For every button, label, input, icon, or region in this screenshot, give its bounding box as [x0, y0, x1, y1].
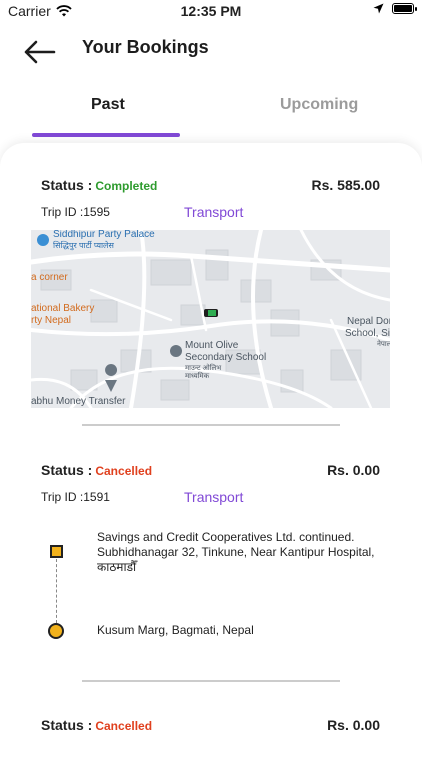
route-line [56, 559, 57, 623]
vehicle-marker-icon [204, 309, 218, 317]
bookings-list[interactable]: Status : Completed Rs. 585.00 Trip ID :15… [0, 143, 422, 783]
arrow-left-icon [24, 40, 56, 64]
map-label-party-palace-native: सिद्धिपुर पार्टी प्यालेस [53, 240, 114, 251]
status-label: Status : [41, 177, 93, 193]
booking-type-link[interactable]: Transport [184, 489, 243, 505]
tab-past[interactable]: Past [91, 96, 125, 114]
trip-id: Trip ID :1595 [41, 205, 110, 219]
back-button[interactable] [22, 32, 58, 68]
status-row: Status : Cancelled [41, 717, 152, 733]
map-label-nepal-native: नेपाल [377, 339, 390, 348]
status-label: Status : [41, 462, 93, 478]
app-header: Your Bookings [0, 26, 422, 70]
trip-map[interactable]: Siddhipur Party Palace सिद्धिपुर पार्टी … [31, 230, 390, 408]
status-row: Status : Cancelled [41, 462, 152, 478]
map-label-corner: a corner [31, 272, 68, 283]
tab-upcoming[interactable]: Upcoming [280, 96, 358, 114]
booking-tabs: Past Upcoming [0, 82, 422, 140]
map-label-school-native-2: माध्यमिक [185, 371, 210, 380]
map-label-school-2: Secondary School [185, 352, 266, 363]
booking-price: Rs. 0.00 [327, 462, 380, 478]
location-arrow-icon [373, 3, 384, 14]
status-row: Status : Completed [41, 177, 157, 193]
divider [82, 680, 340, 682]
map-label-nepal-don-2: School, Sid [345, 328, 390, 339]
map-label-school-native: माउन्ट ओलिभ [185, 363, 222, 372]
status-value: Completed [95, 179, 158, 193]
booking-price: Rs. 0.00 [327, 717, 380, 733]
map-label-bakery-2: rty Nepal [31, 315, 71, 326]
battery-icon [392, 3, 417, 14]
map-label-bakery: ational Bakery [31, 303, 94, 314]
clock: 12:35 PM [180, 3, 242, 19]
map-graphic: Siddhipur Party Palace सिद्धिपुर पार्टी … [31, 230, 390, 408]
pickup-marker-icon [50, 545, 63, 558]
status-bar: Carrier 12:35 PM [0, 0, 422, 22]
booking-type-link[interactable]: Transport [184, 204, 243, 220]
map-label-party-palace: Siddhipur Party Palace [53, 230, 155, 240]
map-label-nepal-don: Nepal Don [347, 316, 390, 327]
status-label: Status : [41, 717, 93, 733]
map-label-money-transfer: abhu Money Transfer [31, 396, 126, 407]
active-tab-indicator [32, 133, 180, 137]
booking-price: Rs. 585.00 [311, 177, 381, 193]
dropoff-marker-icon [48, 623, 64, 639]
status-value: Cancelled [95, 719, 153, 733]
trip-id: Trip ID :1591 [41, 490, 110, 504]
divider [82, 424, 340, 426]
pickup-address: Savings and Credit Cooperatives Ltd. con… [97, 530, 375, 574]
dropoff-address: Kusum Marg, Bagmati, Nepal [97, 623, 254, 637]
map-label-school: Mount Olive [185, 340, 239, 351]
page-title: Your Bookings [82, 37, 209, 57]
status-value: Cancelled [95, 464, 153, 478]
